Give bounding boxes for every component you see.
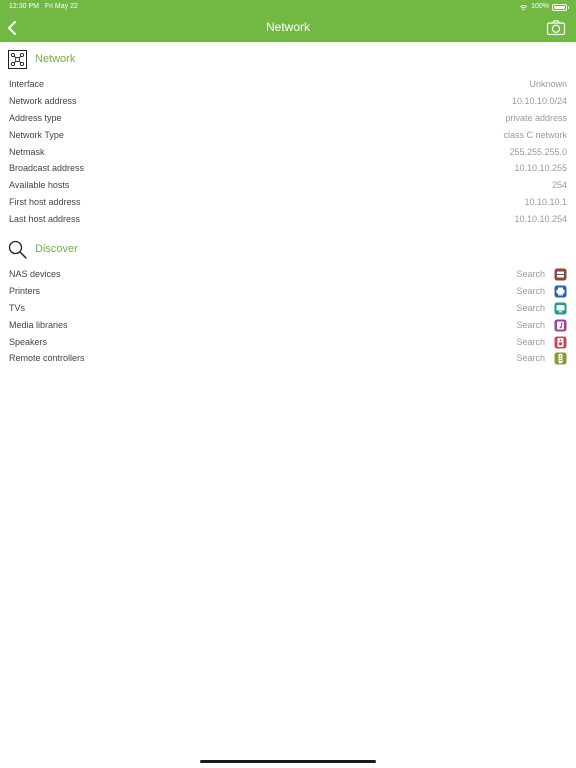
- printer-icon[interactable]: [554, 285, 567, 298]
- info-row-interface: Interface Unknown: [0, 76, 576, 93]
- info-value: 254: [551, 180, 567, 191]
- info-value: 10.10.10.0/24: [511, 95, 567, 106]
- battery-icon: [552, 3, 569, 11]
- info-value: private address: [505, 112, 567, 123]
- info-value: 10.10.10.255: [514, 163, 567, 174]
- discover-section-header: Discover: [0, 232, 576, 266]
- search-button[interactable]: Search: [516, 300, 545, 317]
- info-row-netmask: Netmask 255.255.255.0: [0, 144, 576, 161]
- info-row-network-address: Network address 10.10.10.0/24: [0, 93, 576, 110]
- discover-label: Media libraries: [9, 319, 68, 330]
- discover-row-nas[interactable]: NAS devices Search: [0, 266, 576, 283]
- info-label: Netmask: [9, 146, 45, 157]
- battery-percent: 100%: [531, 3, 549, 10]
- camera-icon[interactable]: [546, 19, 566, 37]
- discover-row-tvs[interactable]: TVs Search: [0, 300, 576, 317]
- discover-row-speakers[interactable]: Speakers Search: [0, 334, 576, 351]
- chevron-left-icon[interactable]: [4, 18, 24, 38]
- network-info-list: Interface Unknown Network address 10.10.…: [0, 76, 576, 228]
- discover-row-printers[interactable]: Printers Search: [0, 283, 576, 300]
- discover-row-media-libraries[interactable]: Media libraries Search: [0, 317, 576, 334]
- main-content: Network Interface Unknown Network addres…: [0, 42, 576, 367]
- status-time: 12:30 PM: [9, 3, 39, 10]
- battery-fill: [554, 5, 565, 9]
- info-value: 10.10.10.1: [524, 197, 567, 208]
- discover-label: Printers: [9, 285, 41, 296]
- info-row-broadcast-address: Broadcast address 10.10.10.255: [0, 160, 576, 177]
- info-row-first-host: First host address 10.10.10.1: [0, 194, 576, 211]
- info-label: Network Type: [9, 129, 64, 140]
- info-value: Unknown: [529, 79, 567, 89]
- network-section-title: Network: [35, 53, 76, 65]
- discover-label: Speakers: [9, 336, 48, 347]
- music-icon[interactable]: [554, 319, 567, 332]
- info-label: Network address: [9, 95, 77, 106]
- discover-row-remote-controllers[interactable]: Remote controllers Search: [0, 350, 576, 367]
- home-indicator[interactable]: [200, 760, 376, 763]
- discover-label: NAS devices: [9, 269, 61, 280]
- network-section-header: Network: [0, 42, 576, 76]
- search-button[interactable]: Search: [516, 350, 545, 367]
- info-value: 10.10.10.254: [514, 214, 567, 225]
- info-label: First host address: [9, 197, 81, 208]
- info-value: class C network: [503, 129, 567, 140]
- wifi-icon: [519, 4, 528, 10]
- discover-label: Remote controllers: [9, 353, 85, 364]
- info-label: Last host address: [9, 214, 81, 225]
- search-button[interactable]: Search: [516, 283, 545, 300]
- network-topology-icon: [8, 49, 27, 69]
- info-label: Broadcast address: [9, 163, 85, 174]
- info-value: 255.255.255.0: [509, 146, 567, 157]
- remote-icon[interactable]: [554, 352, 567, 365]
- info-row-available-hosts: Available hosts 254: [0, 177, 576, 194]
- nas-icon[interactable]: [554, 268, 567, 281]
- info-row-last-host: Last host address 10.10.10.254: [0, 211, 576, 228]
- discover-list: NAS devices Search Printers Search TVs S…: [0, 266, 576, 367]
- page-title: Network: [265, 20, 310, 34]
- speaker-icon[interactable]: [554, 336, 567, 349]
- status-bar: 12:30 PM Fri May 22 100%: [0, 0, 576, 14]
- search-button[interactable]: Search: [516, 334, 545, 351]
- search-button[interactable]: Search: [516, 266, 545, 283]
- info-row-network-type: Network Type class C network: [0, 127, 576, 144]
- status-date: Fri May 22: [44, 3, 78, 10]
- discover-section-title: Discover: [35, 243, 78, 256]
- info-label: Interface: [9, 79, 45, 89]
- magnifier-icon: [8, 240, 27, 259]
- navigation-bar: Network: [0, 14, 576, 42]
- info-label: Available hosts: [9, 180, 70, 191]
- info-row-address-type: Address type private address: [0, 110, 576, 127]
- search-button[interactable]: Search: [516, 317, 545, 334]
- tv-icon[interactable]: [554, 302, 567, 315]
- discover-label: TVs: [9, 302, 26, 313]
- info-label: Address type: [9, 112, 62, 123]
